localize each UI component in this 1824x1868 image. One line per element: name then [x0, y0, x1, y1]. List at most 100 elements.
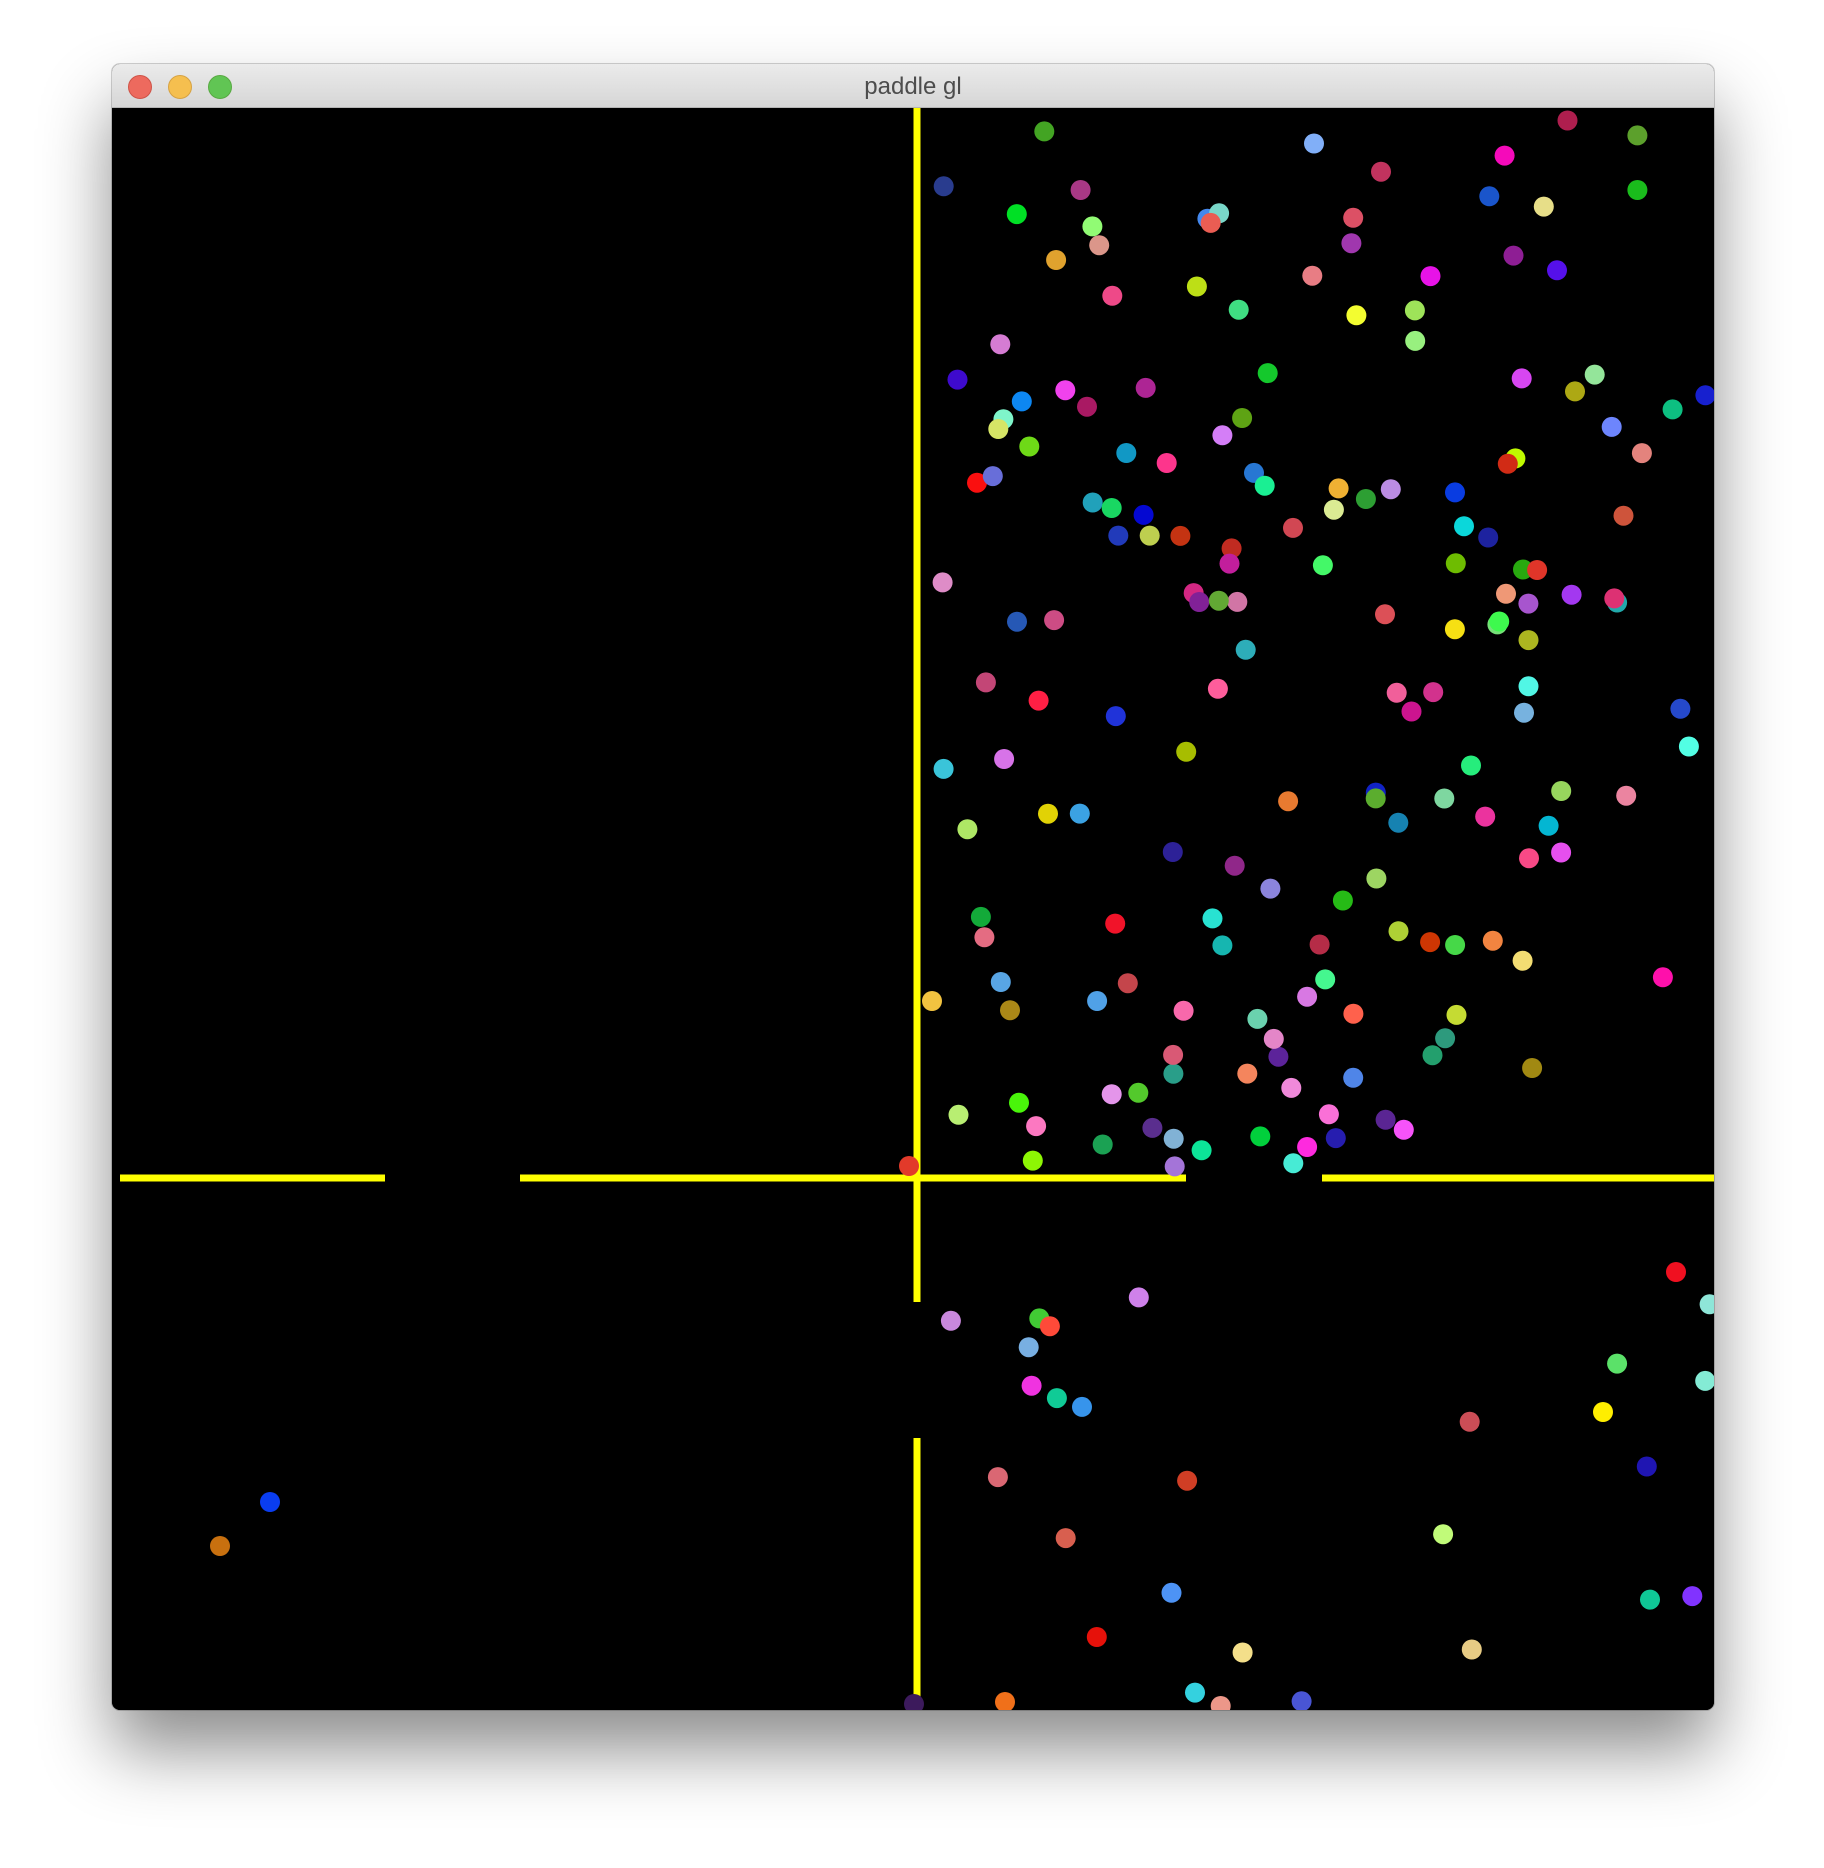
ball — [1086, 1627, 1107, 1647]
ball — [1323, 499, 1344, 520]
ball — [1237, 1063, 1258, 1084]
ball — [1325, 1128, 1346, 1149]
ball — [1355, 489, 1376, 509]
ball — [1011, 391, 1032, 412]
ball — [1186, 276, 1207, 297]
ball — [1250, 1126, 1271, 1147]
ball — [1128, 1287, 1149, 1308]
ball — [1228, 299, 1249, 320]
ball — [1475, 806, 1496, 827]
ball — [1551, 842, 1572, 863]
ball — [1069, 803, 1090, 824]
ball — [1461, 1639, 1482, 1660]
ball — [1101, 1084, 1122, 1105]
ball — [1077, 396, 1097, 417]
ball — [1170, 525, 1191, 546]
ball — [1318, 1104, 1339, 1125]
ball — [1055, 1528, 1076, 1549]
ball — [1445, 553, 1466, 574]
ball — [948, 1104, 969, 1125]
ball — [1565, 381, 1585, 402]
ball — [1006, 204, 1027, 225]
ball — [1422, 1045, 1443, 1066]
ball — [1235, 639, 1256, 660]
ball — [1514, 702, 1534, 723]
ball — [1601, 416, 1622, 437]
ball — [970, 906, 991, 927]
ball — [1593, 1402, 1613, 1422]
ball — [1328, 478, 1349, 499]
ball — [1519, 848, 1539, 869]
ball — [1291, 1691, 1312, 1710]
ball — [1116, 443, 1137, 463]
ball — [1405, 330, 1426, 351]
ball — [1343, 1003, 1364, 1024]
ball — [957, 819, 978, 840]
app-window: paddle gl — [112, 64, 1714, 1710]
ball — [1365, 788, 1386, 809]
ball — [904, 1694, 924, 1710]
ball — [1503, 245, 1524, 266]
ball — [1163, 1128, 1184, 1149]
ball — [1108, 525, 1129, 546]
ball — [1380, 479, 1401, 500]
ball — [1695, 385, 1714, 406]
ball — [1268, 1046, 1289, 1067]
ball — [1070, 180, 1091, 200]
ball — [933, 176, 954, 197]
ball — [1028, 690, 1049, 711]
ball — [1247, 1008, 1268, 1029]
ball — [1533, 196, 1554, 217]
ball — [1161, 1582, 1182, 1603]
ball — [1189, 592, 1210, 612]
ball — [1092, 1134, 1113, 1155]
ball — [1162, 842, 1183, 862]
ball — [1375, 1109, 1396, 1130]
ball — [1695, 1370, 1714, 1391]
ball — [1557, 110, 1578, 131]
ball — [1459, 1411, 1480, 1432]
ball — [1185, 1682, 1205, 1703]
ball — [1699, 1294, 1714, 1315]
ball — [1375, 604, 1395, 625]
ball — [1128, 1082, 1149, 1103]
title-bar[interactable]: paddle gl — [112, 64, 1714, 108]
ball — [1332, 890, 1353, 911]
ball — [1371, 161, 1391, 182]
ball — [1034, 121, 1055, 142]
ball — [1346, 305, 1367, 326]
ball — [1208, 590, 1229, 611]
ball — [1254, 475, 1275, 496]
ball — [1522, 1058, 1543, 1078]
game-canvas[interactable] — [112, 108, 1714, 1710]
ball — [1117, 973, 1138, 994]
ball — [1200, 212, 1221, 233]
ball — [1420, 932, 1441, 953]
ball — [1636, 1456, 1657, 1477]
ball — [988, 419, 1009, 439]
ball — [1281, 1077, 1302, 1098]
ball — [1538, 815, 1559, 836]
ball — [1044, 610, 1065, 631]
ball — [1007, 611, 1027, 632]
ball — [1263, 1028, 1284, 1049]
ball — [1584, 364, 1605, 385]
ball — [210, 1536, 230, 1556]
ball — [1219, 553, 1240, 574]
ball — [994, 749, 1015, 769]
ball — [1613, 505, 1634, 526]
ball — [1631, 443, 1652, 464]
ball — [1191, 1140, 1212, 1161]
ball — [1551, 781, 1572, 801]
ball — [1478, 527, 1499, 548]
ball — [1302, 265, 1323, 286]
ball — [1257, 363, 1278, 384]
ball — [1019, 436, 1040, 457]
ball — [1607, 1353, 1628, 1374]
ball — [1666, 1262, 1686, 1282]
ball — [1423, 682, 1444, 703]
ball — [1142, 1117, 1163, 1138]
ball — [1105, 913, 1126, 934]
ball — [899, 1156, 919, 1176]
ball — [1156, 453, 1177, 473]
